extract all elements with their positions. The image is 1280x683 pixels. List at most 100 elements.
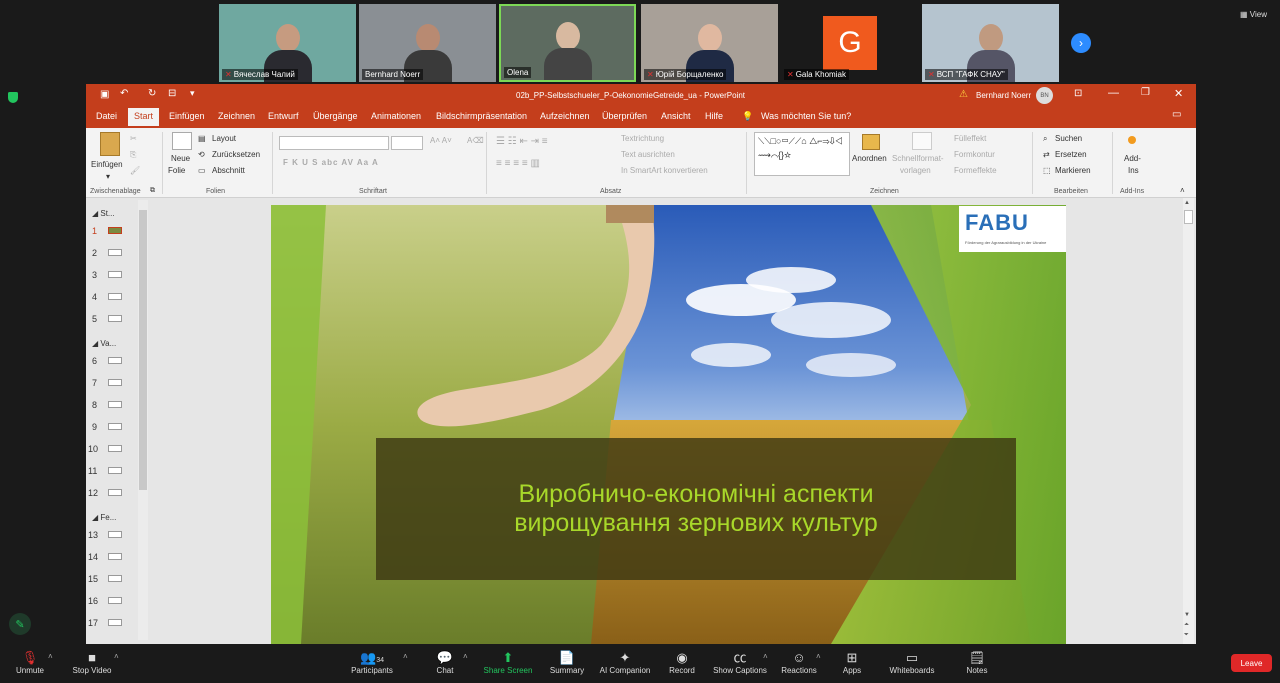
whiteboards-button[interactable]: ▭ Whiteboards: [888, 650, 936, 675]
paste-icon[interactable]: [100, 132, 120, 156]
thumbnail-number[interactable]: 10: [88, 444, 98, 454]
tab-uebergaenge[interactable]: Übergänge: [313, 111, 358, 121]
tab-zeichnen[interactable]: Zeichnen: [218, 111, 255, 121]
shapes-gallery[interactable]: ⟍⟍□○▭⟋⟋⌂ △⌐⇒⇩◁ ⟿⌒{}☆: [754, 132, 850, 176]
smartart-button[interactable]: In SmartArt konvertieren: [621, 166, 708, 175]
font-family-input[interactable]: [279, 136, 389, 150]
customize-qat-icon[interactable]: ▾: [190, 88, 195, 99]
share-screen-button[interactable]: ⬆ Share Screen: [482, 650, 534, 675]
addins-button[interactable]: Add-: [1124, 154, 1141, 163]
tab-entwurf[interactable]: Entwurf: [268, 111, 299, 121]
quick-styles-button[interactable]: Schnellformat-: [892, 154, 944, 163]
annotate-pencil-icon[interactable]: ✎: [9, 613, 31, 635]
apps-button[interactable]: ⊞ Apps: [840, 650, 864, 675]
quick-styles-icon[interactable]: [912, 132, 932, 150]
shape-fill-button[interactable]: Fülleffekt: [954, 134, 986, 143]
chevron-up-icon[interactable]: ˄: [463, 652, 468, 661]
section-header[interactable]: ◢ Fe...: [92, 513, 116, 522]
align-icons[interactable]: ≡ ≡ ≡ ≡ ▥: [496, 158, 540, 169]
tab-ansicht[interactable]: Ansicht: [661, 111, 691, 121]
format-painter-icon[interactable]: 🖌: [130, 166, 140, 175]
slide-scrollbar[interactable]: ▲ ▼ ⏶ ⏷: [1183, 198, 1194, 644]
quick-styles-button-2[interactable]: vorlagen: [900, 166, 931, 175]
align-text-button[interactable]: Text ausrichten: [621, 150, 675, 159]
thumbnail-number[interactable]: 6: [92, 356, 97, 366]
slide-thumbnail[interactable]: [108, 575, 122, 582]
section-header[interactable]: ◢ St...: [92, 209, 115, 218]
slide-thumbnail[interactable]: [108, 357, 122, 364]
slide-thumbnail[interactable]: [108, 619, 122, 626]
scroll-down-icon[interactable]: ▼: [1184, 612, 1190, 618]
show-captions-button[interactable]: ㏄ Show Captions: [713, 650, 767, 675]
chevron-up-icon[interactable]: ˄: [114, 652, 119, 661]
thumbnail-number[interactable]: 13: [88, 530, 98, 540]
participant-tile-active-speaker[interactable]: Olena: [499, 4, 636, 82]
tab-hilfe[interactable]: Hilfe: [705, 111, 723, 121]
slide-thumbnail[interactable]: [108, 445, 122, 452]
chevron-up-icon[interactable]: ˄: [403, 652, 408, 661]
slide-thumbnail[interactable]: [108, 489, 122, 496]
paste-dropdown-icon[interactable]: ▾: [106, 172, 110, 181]
tab-aufzeichnen[interactable]: Aufzeichnen: [540, 111, 590, 121]
thumbnail-number[interactable]: 16: [88, 596, 98, 606]
thumbnail-number[interactable]: 3: [92, 270, 97, 280]
new-slide-icon[interactable]: [172, 132, 192, 150]
cut-icon[interactable]: ✂: [130, 134, 137, 143]
section-button[interactable]: Abschnitt: [212, 166, 245, 175]
chevron-up-icon[interactable]: ˄: [763, 652, 768, 661]
slide-thumbnail[interactable]: [108, 467, 122, 474]
chat-button[interactable]: 💬 Chat: [432, 650, 458, 675]
slide-thumbnail[interactable]: [108, 271, 122, 278]
slide-thumbnail[interactable]: [108, 531, 122, 538]
addins-icon[interactable]: [1128, 136, 1136, 144]
layout-button[interactable]: Layout: [212, 134, 236, 143]
ai-companion-button[interactable]: ✦ AI Companion: [598, 650, 652, 675]
notes-button[interactable]: 🗒 Notes: [964, 650, 990, 675]
section-header[interactable]: ◢ Va...: [92, 339, 116, 348]
avatar[interactable]: BN: [1036, 87, 1053, 104]
participants-button[interactable]: 👥34 Participants: [348, 650, 396, 675]
arrange-button[interactable]: Anordnen: [852, 154, 887, 163]
slide-thumbnail[interactable]: [108, 227, 122, 234]
select-button[interactable]: Markieren: [1055, 166, 1091, 175]
next-slide-icon[interactable]: ⏷: [1184, 632, 1189, 639]
thumbnail-number[interactable]: 9: [92, 422, 97, 432]
tab-bildschirmpraesentation[interactable]: Bildschirmpräsentation: [436, 111, 527, 121]
new-slide-label-2[interactable]: Folie: [168, 166, 185, 175]
new-slide-label[interactable]: Neue: [171, 154, 190, 163]
participant-tile[interactable]: G ✕ Gala Khomiak: [781, 4, 918, 82]
unmute-button[interactable]: 🎙 Unmute: [14, 650, 46, 675]
minimize-icon[interactable]: —: [1108, 87, 1119, 99]
dialog-launcher-icon[interactable]: ⧉: [150, 187, 155, 195]
user-name[interactable]: Bernhard Noerr: [976, 91, 1031, 100]
prev-slide-icon[interactable]: ⏶: [1184, 622, 1189, 629]
slide-thumbnail[interactable]: [108, 293, 122, 300]
leave-button[interactable]: Leave: [1231, 654, 1272, 672]
clear-format-icon[interactable]: A⌫: [467, 136, 484, 145]
comments-icon[interactable]: ▭: [1172, 109, 1181, 120]
reset-button[interactable]: Zurücksetzen: [212, 150, 260, 159]
thumbnail-number[interactable]: 8: [92, 400, 97, 410]
shape-outline-button[interactable]: Formkontur: [954, 150, 995, 159]
find-button[interactable]: Suchen: [1055, 134, 1082, 143]
font-size-input[interactable]: [391, 136, 423, 150]
thumbnail-number[interactable]: 11: [88, 466, 97, 476]
view-button[interactable]: ▦ View: [1240, 10, 1267, 19]
scroll-up-icon[interactable]: ▲: [1184, 200, 1190, 206]
bullets-icon[interactable]: ☰ ☷ ⇤ ⇥ ≡: [496, 136, 548, 147]
font-format-buttons[interactable]: F K U S abc AV Aa A: [283, 158, 379, 167]
tab-start[interactable]: Start: [128, 108, 160, 126]
ribbon-display-icon[interactable]: ⊡: [1074, 88, 1082, 99]
participant-tile[interactable]: ✕ Юрій Борщаленко: [641, 4, 778, 82]
restore-icon[interactable]: ❐: [1141, 87, 1150, 98]
thumbnail-number[interactable]: 17: [88, 618, 98, 628]
chevron-up-icon[interactable]: ˄: [816, 652, 821, 661]
record-button[interactable]: ◉ Record: [667, 650, 697, 675]
addins-button-2[interactable]: Ins: [1128, 166, 1139, 175]
stop-video-button[interactable]: ■ Stop Video: [70, 650, 114, 675]
thumbnail-number[interactable]: 2: [92, 248, 97, 258]
slide-thumbnail[interactable]: [108, 401, 122, 408]
save-icon[interactable]: ▣: [100, 89, 109, 100]
slide-canvas[interactable]: Виробничо-економічні аспекти вирощування…: [271, 205, 1066, 644]
slide-thumbnail[interactable]: [108, 315, 122, 322]
